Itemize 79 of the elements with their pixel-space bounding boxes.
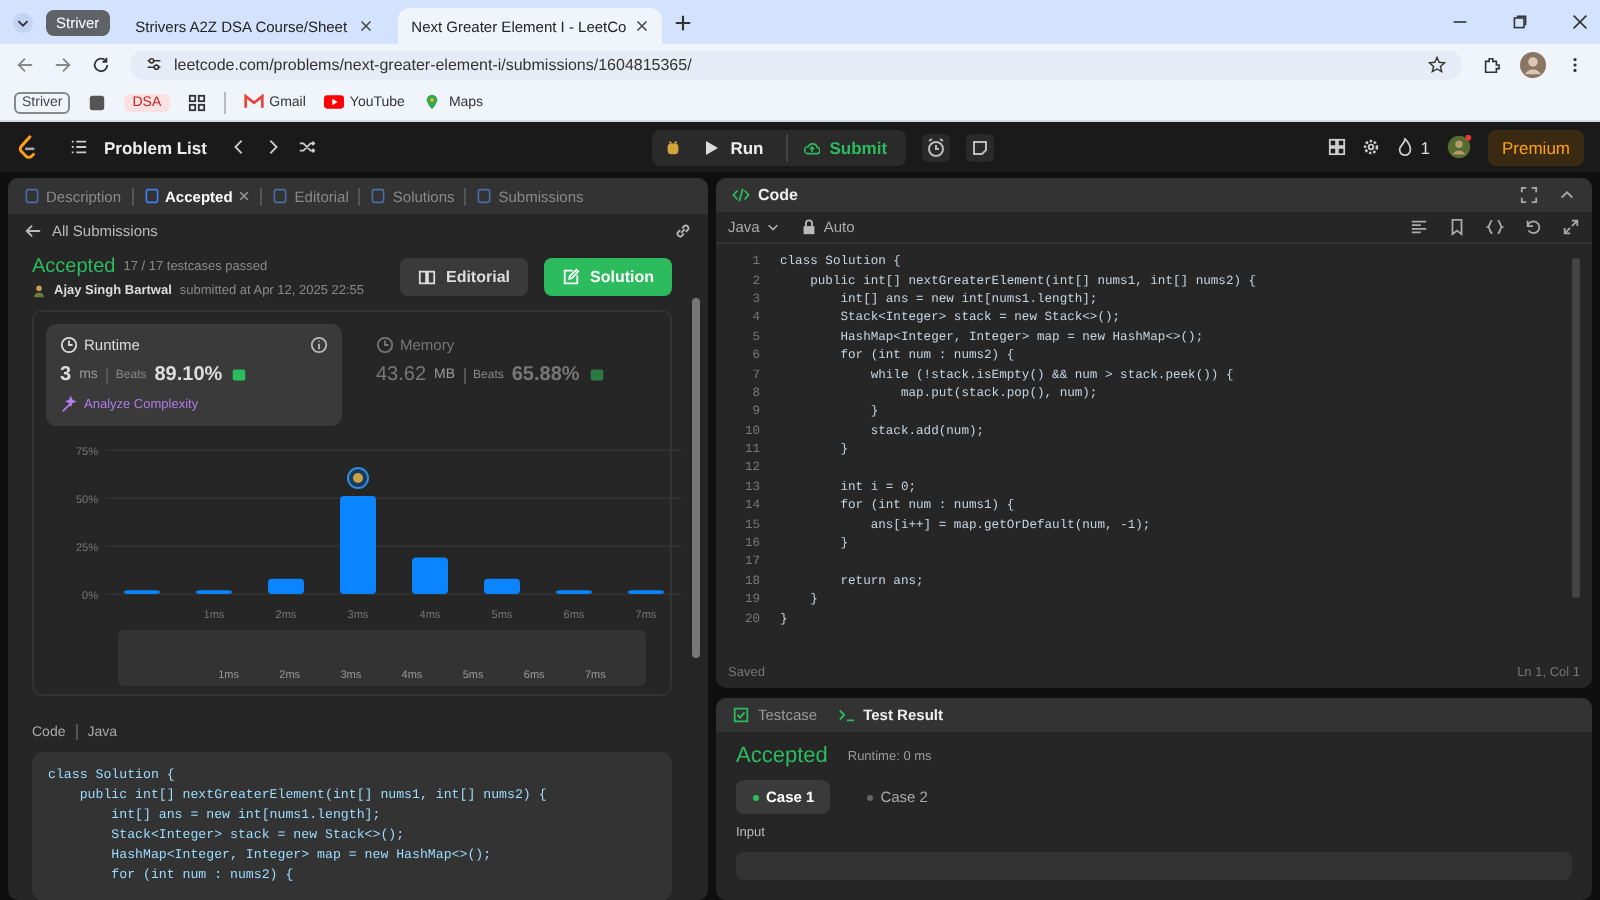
cloud-upload-icon (803, 139, 820, 155)
settings-icon[interactable] (1362, 138, 1381, 156)
document-icon (24, 188, 40, 204)
magic-wand-icon (60, 396, 78, 414)
reload-icon[interactable] (92, 55, 110, 73)
link-icon[interactable] (674, 222, 692, 240)
fullscreen-icon[interactable] (1520, 186, 1538, 204)
status-label: Accepted (32, 256, 116, 278)
badge-icon (230, 366, 249, 384)
book-icon (417, 268, 436, 286)
forward-arrow-icon[interactable] (54, 55, 72, 73)
edit-icon (562, 268, 580, 286)
expand-icon[interactable] (1562, 218, 1580, 236)
collapse-icon[interactable] (1558, 186, 1576, 204)
checkbox-icon (732, 706, 750, 724)
close-icon[interactable] (1572, 14, 1588, 30)
apps-grid-icon[interactable] (187, 93, 206, 111)
lock-icon (799, 218, 818, 236)
close-icon[interactable] (359, 20, 372, 32)
close-icon[interactable] (635, 20, 648, 32)
run-button[interactable]: Run (698, 133, 770, 161)
note-icon[interactable] (965, 133, 994, 161)
site-settings-icon[interactable] (146, 56, 162, 72)
list-icon[interactable] (70, 138, 88, 156)
beats-percentage: 65.88% (511, 364, 580, 386)
avatar-marker-icon (347, 467, 369, 490)
back-arrow-icon[interactable] (16, 55, 34, 73)
bookmark-icon[interactable] (1448, 218, 1466, 236)
submit-button[interactable]: Submit (785, 133, 894, 161)
scrollbar[interactable] (692, 298, 700, 658)
shuffle-icon[interactable] (298, 138, 317, 156)
url-field[interactable]: leetcode.com/problems/next-greater-element-i/submissions/1604815365/ (130, 49, 1462, 79)
result-status: Accepted (736, 744, 828, 768)
debug-icon[interactable] (664, 138, 683, 156)
streak-counter[interactable]: 1 (1396, 137, 1430, 157)
code-panel-title: Code (732, 186, 798, 204)
reset-icon[interactable] (1524, 218, 1542, 236)
user-avatar-icon (32, 284, 46, 298)
clock-icon (376, 336, 394, 354)
mail-icon (243, 94, 264, 110)
braces-icon[interactable] (1486, 218, 1504, 236)
premium-button[interactable]: Premium (1488, 129, 1585, 165)
extensions-icon[interactable] (1482, 55, 1500, 73)
chart-bar[interactable] (484, 578, 520, 594)
logo-icon[interactable] (16, 134, 38, 160)
editorial-button[interactable]: Editorial (399, 258, 528, 296)
map-pin-icon (422, 94, 443, 110)
new-tab-icon[interactable] (673, 13, 692, 31)
stat-value: 3 (60, 364, 72, 386)
profile-avatar-icon[interactable] (1520, 51, 1546, 77)
alarm-clock-icon[interactable] (921, 133, 950, 161)
next-icon[interactable] (264, 138, 283, 156)
back-arrow-icon (24, 222, 42, 240)
stat-value: 43.62 (376, 364, 427, 386)
close-icon[interactable] (238, 190, 251, 202)
caret-icon (765, 220, 780, 234)
layout-icon[interactable] (1328, 138, 1347, 156)
dot-icon (752, 793, 760, 801)
clock-icon (60, 336, 78, 354)
dot-icon (866, 793, 875, 801)
user-avatar-icon[interactable] (1446, 134, 1472, 160)
bookmark-icon[interactable] (88, 93, 107, 111)
badge-icon (587, 366, 606, 384)
chart-bar[interactable] (268, 578, 304, 594)
document-icon (272, 188, 289, 204)
code-icon (732, 186, 750, 204)
play-icon (704, 139, 721, 155)
terminal-icon (837, 706, 856, 724)
beats-percentage: 89.10% (154, 364, 223, 386)
format-icon[interactable] (1410, 218, 1428, 236)
tab-list-icon[interactable] (12, 11, 34, 33)
document-icon (370, 188, 387, 204)
document-icon (143, 188, 160, 204)
document-icon (476, 188, 493, 204)
problem-list-link[interactable]: Problem List (104, 137, 207, 157)
star-icon[interactable] (1428, 55, 1446, 73)
video-play-icon (323, 94, 344, 110)
restore-icon[interactable] (1512, 14, 1528, 30)
info-icon[interactable] (310, 336, 328, 354)
